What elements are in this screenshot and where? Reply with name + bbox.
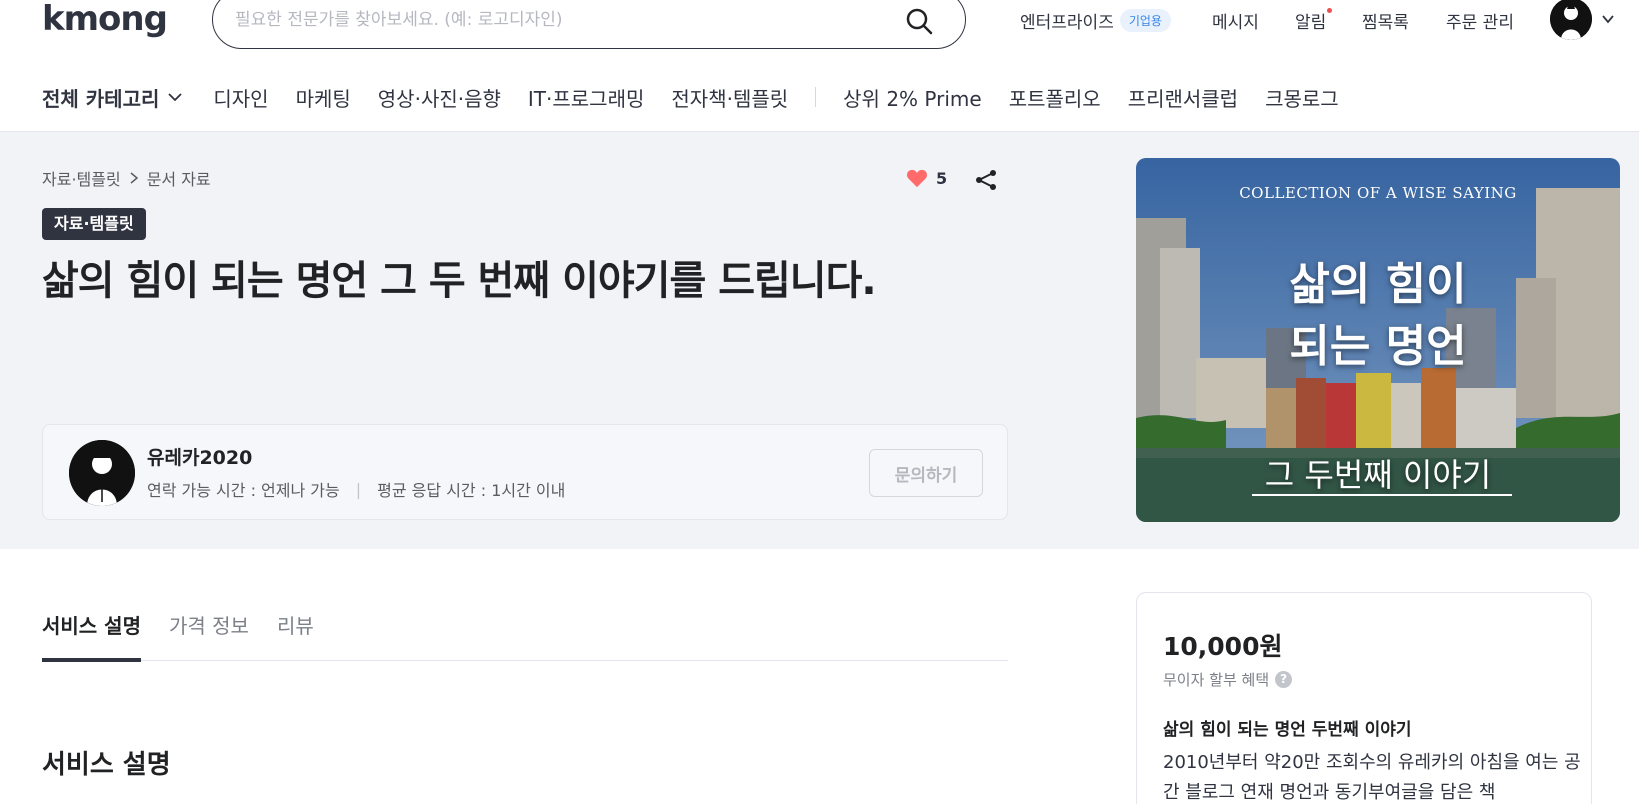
- content-tabs: 서비스 설명 가격 정보 리뷰: [42, 606, 1008, 662]
- thumbnail-top-text: COLLECTION OF A WISE SAYING: [1239, 184, 1517, 202]
- all-categories-button[interactable]: 전체 카테고리: [42, 83, 183, 112]
- service-thumbnail[interactable]: COLLECTION OF A WISE SAYING 삶의 힘이 되는 명언 …: [1136, 158, 1620, 522]
- seller-name[interactable]: 유레카2020: [147, 443, 252, 470]
- installment-info: 무이자 할부 혜택 ?: [1163, 669, 1293, 690]
- package-description: 2010년부터 약20만 조회수의 유레카의 아침을 여는 공간 블로그 연재 …: [1163, 752, 1581, 803]
- hero-section: 자료·템플릿 문서 자료 5 자료·템플릿 삶의 힘이 되는 명언 그 두 번째…: [0, 132, 1639, 549]
- enterprise-badge: 기업용: [1119, 8, 1171, 32]
- user-avatar-icon: [1550, 0, 1592, 40]
- like-button[interactable]: 5: [906, 168, 947, 188]
- response-time: 평균 응답 시간 : 1시간 이내: [377, 481, 566, 500]
- nav-orders[interactable]: 주문 관리: [1446, 6, 1514, 34]
- category-prime[interactable]: 상위 2% Prime: [843, 83, 982, 112]
- category-kmong-log[interactable]: 크몽로그: [1265, 83, 1339, 112]
- seller-meta: 연락 가능 시간 : 언제나 가능 | 평균 응답 시간 : 1시간 이내: [147, 477, 565, 501]
- thumbnail-sub-text: 그 두번째 이야기: [1264, 456, 1492, 494]
- nav-messages[interactable]: 메시지: [1212, 6, 1259, 34]
- breadcrumb-item[interactable]: 자료·템플릿: [42, 166, 121, 190]
- search-bar: [212, 0, 966, 49]
- package-title: 삶의 힘이 되는 명언 두번째 이야기: [1163, 720, 1412, 740]
- search-icon[interactable]: [905, 7, 933, 35]
- thumbnail-underline: [1252, 494, 1512, 496]
- price-card: 10,000원 무이자 할부 혜택 ? 삶의 힘이 되는 명언 두번째 이야기 …: [1136, 592, 1592, 804]
- tab-reviews[interactable]: 리뷰: [277, 606, 314, 660]
- nav-alerts-label: 알림: [1295, 12, 1327, 33]
- all-categories-label: 전체 카테고리: [42, 86, 160, 111]
- seller-card: 유레카2020 연락 가능 시간 : 언제나 가능 | 평균 응답 시간 : 1…: [42, 424, 1008, 520]
- category-video-photo-audio[interactable]: 영상·사진·음향: [378, 83, 501, 112]
- category-nav: 전체 카테고리 디자인 마케팅 영상·사진·음향 IT·프로그래밍 전자책·템플…: [42, 80, 1366, 114]
- heart-icon: [906, 169, 928, 188]
- breadcrumb-item[interactable]: 문서 자료: [147, 166, 211, 190]
- chevron-down-icon[interactable]: [1601, 12, 1615, 26]
- category-tag: 자료·템플릿: [42, 208, 146, 240]
- thumbnail-main-line: 되는 명언: [1289, 320, 1467, 372]
- nav-enterprise-label: 엔터프라이즈: [1020, 12, 1114, 33]
- header: kmong 엔터프라이즈 기업용 메시지 알림 찜목록 주문 관리 전체 카테고…: [0, 0, 1639, 132]
- meta-divider: |: [355, 479, 362, 499]
- contact-time: 연락 가능 시간 : 언제나 가능: [147, 481, 340, 500]
- ask-button[interactable]: 문의하기: [869, 449, 983, 497]
- category-portfolio[interactable]: 포트폴리오: [1009, 83, 1101, 112]
- chevron-down-icon: [168, 93, 183, 102]
- installment-label: 무이자 할부 혜택: [1163, 671, 1270, 689]
- category-marketing[interactable]: 마케팅: [296, 83, 351, 112]
- breadcrumb: 자료·템플릿 문서 자료: [42, 166, 211, 190]
- seller-avatar-icon: [69, 440, 135, 506]
- category-ebook-template[interactable]: 전자책·템플릿: [671, 83, 788, 112]
- chevron-right-icon: [130, 172, 138, 184]
- share-icon[interactable]: [974, 168, 998, 192]
- nav-wishlist[interactable]: 찜목록: [1362, 6, 1409, 34]
- category-freelancer-club[interactable]: 프리랜서클럽: [1128, 83, 1238, 112]
- tab-price-info[interactable]: 가격 정보: [169, 606, 249, 660]
- category-divider: [815, 87, 817, 107]
- nav-alerts[interactable]: 알림: [1295, 6, 1333, 34]
- tab-service-description[interactable]: 서비스 설명: [42, 606, 141, 662]
- user-avatar[interactable]: [1550, 0, 1592, 40]
- seller-avatar[interactable]: [69, 440, 135, 506]
- price-value: 10,000원: [1163, 632, 1283, 661]
- nav-enterprise[interactable]: 엔터프라이즈 기업용: [1020, 6, 1171, 34]
- search-input[interactable]: [235, 1, 875, 39]
- page-title: 삶의 힘이 되는 명언 그 두 번째 이야기를 드립니다.: [42, 258, 877, 304]
- thumbnail-main-line: 삶의 힘이: [1289, 259, 1467, 310]
- alert-dot-icon: [1327, 8, 1333, 13]
- help-icon[interactable]: ?: [1275, 671, 1293, 688]
- thumbnail-main-text: 삶의 힘이 되는 명언: [1136, 254, 1620, 377]
- category-it-programming[interactable]: IT·프로그래밍: [528, 83, 644, 112]
- like-count: 5: [936, 168, 948, 188]
- category-design[interactable]: 디자인: [213, 83, 268, 112]
- kmong-logo[interactable]: kmong: [42, 0, 168, 38]
- section-title: 서비스 설명: [42, 750, 171, 780]
